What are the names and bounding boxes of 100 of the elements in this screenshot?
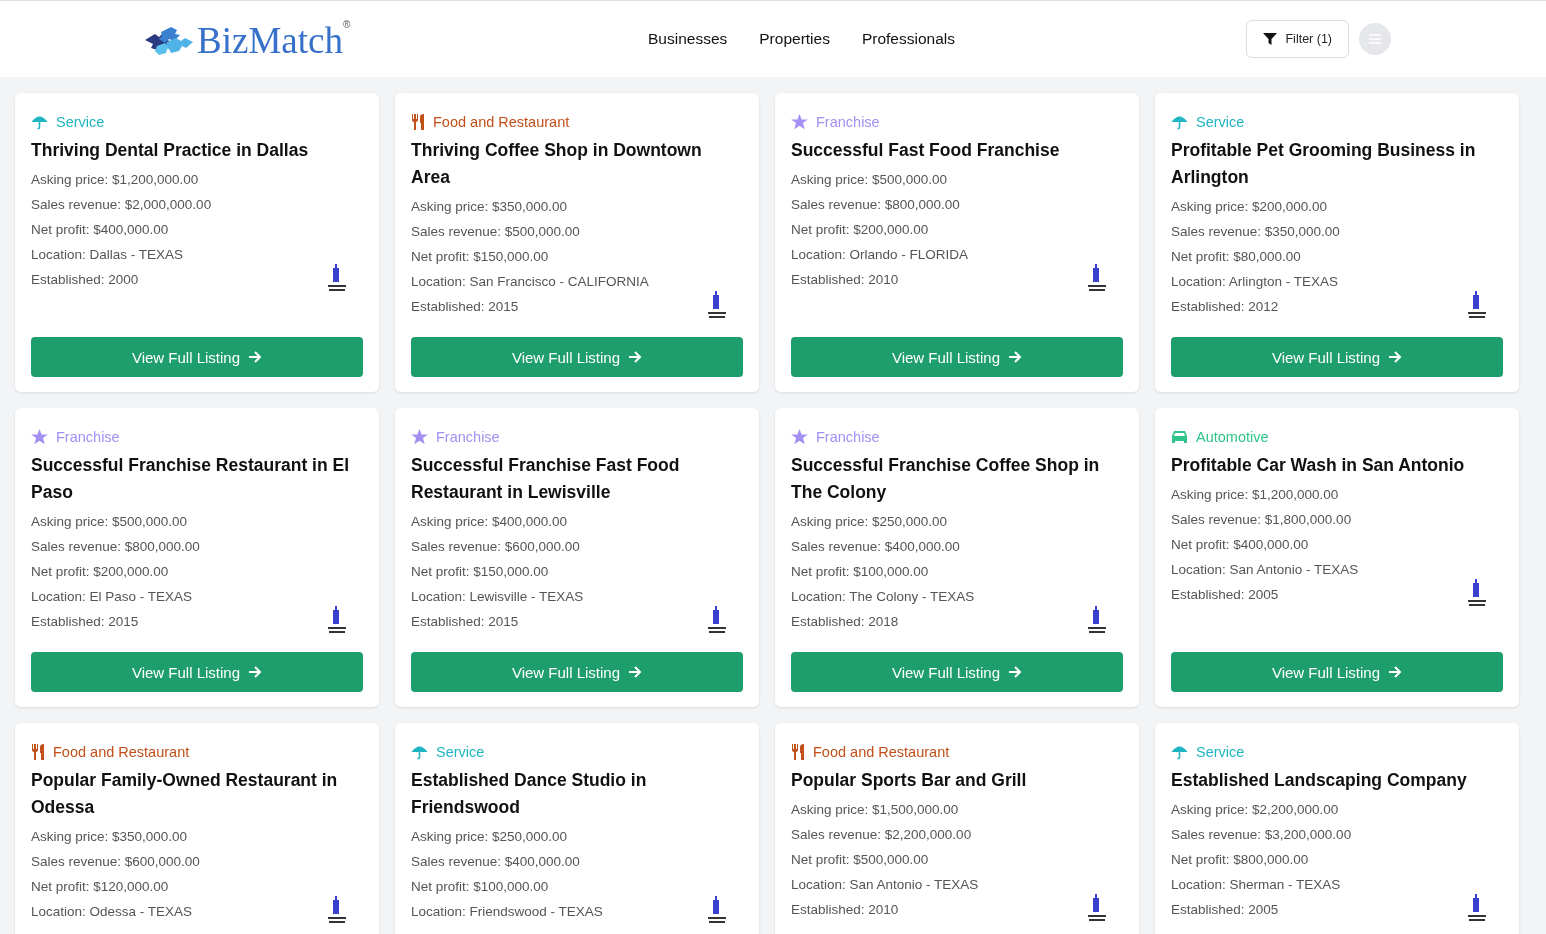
listing-detail: Net profit: $400,000.00	[31, 221, 170, 239]
category-label: Franchise	[816, 429, 880, 445]
arrow-right-icon	[1388, 666, 1403, 678]
view-listing-button[interactable]: View Full Listing	[1171, 652, 1503, 692]
listing-detail: Established: 2005	[1171, 586, 1280, 604]
view-listing-button[interactable]: View Full Listing	[31, 337, 363, 377]
listing-detail: Location: Odessa - TEXAS	[31, 903, 194, 921]
broker-logo-icon	[327, 264, 347, 292]
listing-detail: Sales revenue: $350,000.00	[1171, 223, 1340, 241]
listing-detail: Established: 2010	[791, 901, 900, 919]
listing-detail: Net profit: $500,000.00	[791, 851, 930, 869]
listing-title: Successful Franchise Fast Food Restaurant in Lewisville	[411, 454, 681, 504]
listing-detail: Sales revenue: $600,000.00	[411, 538, 581, 556]
broker-logo-icon	[1087, 894, 1107, 922]
listing-detail: Location: The Colony - TEXAS	[791, 588, 975, 606]
brand-name[interactable]: BizMatch	[197, 19, 343, 62]
arrow-right-icon	[1388, 351, 1403, 363]
listing-detail: Location: San Antonio - TEXAS	[1171, 561, 1359, 579]
listing-detail: Asking price: $500,000.00	[31, 513, 189, 531]
nav-link[interactable]: Properties	[759, 30, 830, 48]
arrow-right-icon	[628, 351, 643, 363]
view-listing-button[interactable]: View Full Listing	[1171, 337, 1503, 377]
arrow-right-icon	[628, 666, 643, 678]
view-listing-button[interactable]: View Full Listing	[791, 337, 1123, 377]
category-label: Food and Restaurant	[813, 744, 950, 760]
listing-detail: Net profit: $100,000.00	[411, 878, 550, 896]
listing-title: Successful Franchise Coffee Shop in The Colony	[791, 454, 1101, 504]
listing-title: Successful Franchise Restaurant in El Paso	[31, 454, 351, 504]
listing-detail: Net profit: $150,000.00	[411, 563, 550, 581]
category-label: Service	[436, 744, 485, 760]
listing-detail: Net profit: $150,000.00	[411, 248, 550, 266]
listing-detail: Net profit: $800,000.00	[1171, 851, 1310, 869]
broker-logo-icon	[1467, 291, 1487, 319]
listing-title: Popular Family-Owned Restaurant in Odessa	[31, 769, 339, 819]
listing-detail: Sales revenue: $400,000.00	[791, 538, 961, 556]
arrow-right-icon	[1008, 351, 1023, 363]
category-label: Franchise	[816, 114, 880, 130]
arrow-right-icon	[1008, 666, 1023, 678]
broker-logo-icon	[707, 896, 727, 924]
listing-detail: Location: El Paso - TEXAS	[31, 588, 194, 606]
broker-logo-icon	[1467, 894, 1487, 922]
view-listing-button[interactable]: View Full Listing	[411, 337, 743, 377]
listing-title: Successful Fast Food Franchise	[791, 139, 1061, 162]
category-label: Food and Restaurant	[433, 114, 570, 130]
arrow-right-icon	[248, 666, 263, 678]
listing-detail: Asking price: $1,200,000.00	[1171, 486, 1340, 504]
listing-detail: Asking price: $200,000.00	[1171, 198, 1329, 216]
listing-detail: Asking price: $250,000.00	[411, 828, 569, 846]
broker-logo-icon	[1467, 579, 1487, 607]
listing-detail: Established: 2015	[31, 613, 140, 631]
listing-title: Thriving Dental Practice in Dallas	[31, 139, 310, 162]
listing-detail: Location: Lewisville - TEXAS	[411, 588, 584, 606]
broker-logo-icon	[1087, 606, 1107, 634]
listing-detail: Location: Dallas - TEXAS	[31, 246, 185, 264]
registered-mark: ®	[342, 19, 351, 30]
view-listing-button[interactable]: View Full Listing	[411, 652, 743, 692]
listing-detail: Sales revenue: $2,000,000.00	[31, 196, 212, 214]
broker-logo-icon	[1087, 264, 1107, 292]
nav-link[interactable]: Businesses	[648, 30, 728, 48]
listing-title: Profitable Car Wash in San Antonio	[1171, 454, 1466, 477]
listing-detail: Location: San Antonio - TEXAS	[791, 876, 979, 894]
filter-button[interactable]: Filter (1)	[1246, 20, 1349, 58]
listing-detail: Location: Arlington - TEXAS	[1171, 273, 1340, 291]
category-label: Service	[1196, 744, 1245, 760]
listing-detail: Established: 2015	[411, 613, 520, 631]
listing-detail: Location: San Francisco - CALIFORNIA	[411, 273, 649, 291]
nav-link[interactable]: Professionals	[861, 30, 955, 48]
listing-detail: Location: Sherman - TEXAS	[1171, 876, 1342, 894]
puzzle-logo-icon	[143, 25, 195, 56]
listing-detail: Location: Orlando - FLORIDA	[791, 246, 969, 264]
menu-button[interactable]	[1359, 23, 1391, 55]
listing-detail: Asking price: $400,000.00	[411, 513, 569, 531]
listing-detail: Asking price: $500,000.00	[791, 171, 949, 189]
broker-logo-icon	[707, 291, 727, 319]
listing-detail: Established: 2000	[31, 271, 140, 289]
broker-logo-icon	[707, 606, 727, 634]
listing-detail: Net profit: $120,000.00	[31, 878, 170, 896]
listing-detail: Net profit: $80,000.00	[1171, 248, 1302, 266]
listing-detail: Net profit: $200,000.00	[31, 563, 170, 581]
listing-detail: Sales revenue: $3,200,000.00	[1171, 826, 1352, 844]
listing-title: Thriving Coffee Shop in Downtown Area	[411, 139, 703, 189]
broker-logo-icon	[327, 606, 347, 634]
listing-detail: Asking price: $1,200,000.00	[31, 171, 200, 189]
listing-detail: Sales revenue: $800,000.00	[791, 196, 961, 214]
listing-detail: Sales revenue: $600,000.00	[31, 853, 200, 871]
category-label: Service	[56, 114, 105, 130]
view-listing-button[interactable]: View Full Listing	[791, 652, 1123, 692]
listing-detail: Asking price: $350,000.00	[31, 828, 189, 846]
listing-detail: Sales revenue: $500,000.00	[411, 223, 581, 241]
listing-detail: Sales revenue: $1,800,000.00	[1171, 511, 1353, 529]
listing-detail: Established: 2010	[791, 271, 900, 289]
listing-detail: Asking price: $1,500,000.00	[791, 801, 960, 819]
category-label: Food and Restaurant	[53, 744, 190, 760]
category-label: Automotive	[1196, 429, 1269, 445]
listing-detail: Established: 2018	[791, 613, 900, 631]
listing-detail: Sales revenue: $400,000.00	[411, 853, 581, 871]
listing-detail: Established: 2015	[411, 298, 520, 316]
filter-icon	[1263, 32, 1278, 46]
view-listing-button[interactable]: View Full Listing	[31, 652, 363, 692]
listing-detail: Sales revenue: $2,200,000.00	[791, 826, 973, 844]
